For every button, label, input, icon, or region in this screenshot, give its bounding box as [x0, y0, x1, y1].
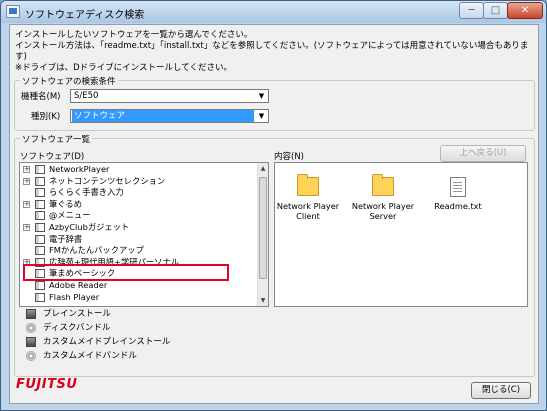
instructions: インストールしたいソフトウェアを一覧から選んでください。 インストール方法は、「…: [15, 30, 538, 74]
content-panel[interactable]: Network Player Client Network Player Server…: [274, 162, 528, 307]
tree-item-label: 筆ぐるめ: [49, 198, 83, 209]
window-title: ソフトウェアディスク検索: [25, 10, 145, 21]
tree-item-label: AzbyClubガジェット: [49, 222, 130, 232]
minimize-button[interactable]: ─: [459, 2, 484, 19]
pc-icon: [26, 337, 36, 347]
scroll-down-icon[interactable]: ▼: [258, 295, 268, 306]
list-group-title: ソフトウェア一覧: [20, 133, 93, 145]
fujitsu-logo: FUJITSU: [16, 377, 78, 392]
content-label: 内容(N): [274, 152, 304, 162]
tree-item-label: FMかんたんバックアップ: [49, 245, 144, 256]
search-group-title: ソフトウェアの検索条件: [20, 75, 118, 87]
expand-icon[interactable]: +: [23, 166, 30, 173]
pc-icon: [26, 309, 36, 319]
search-conditions-group: ソフトウェアの検索条件 機種名(M) S/E50 ▼ 種別(K) ソフトウェア …: [14, 75, 535, 131]
software-tree[interactable]: + NetworkPlayer + ネットコンテンツセレクション らくらく手書き入力 + 筆…: [19, 162, 269, 307]
folder-icon[interactable]: [297, 174, 319, 196]
book-icon: [35, 234, 45, 244]
app-icon: [6, 5, 20, 18]
tree-item-label: @メニュー: [49, 210, 91, 221]
tree-item-label: NetworkPlayer: [49, 164, 110, 174]
content-item-label: Server: [369, 211, 397, 221]
disc-icon: [26, 351, 36, 361]
book-icon: [35, 165, 45, 174]
type-select[interactable]: ソフトウェア ▼: [70, 109, 269, 123]
chevron-down-icon[interactable]: ▼: [256, 91, 267, 101]
folder-icon[interactable]: [372, 174, 394, 196]
content-item-label: Network Player: [276, 201, 340, 211]
title-bar: ソフトウェアディスク検索 ─ □ ✕: [1, 1, 546, 23]
chevron-down-icon[interactable]: ▼: [256, 111, 267, 121]
model-label: 機種名(M): [21, 92, 61, 102]
tree-item-label: ネットコンテンツセレクション: [49, 175, 166, 186]
instruction-line: ※ドライブは、Dドライブにインストールしてください。: [15, 63, 232, 73]
book-icon: [35, 281, 45, 290]
type-value: ソフトウェア: [72, 110, 254, 122]
dialog-client: インストールしたいソフトウェアを一覧から選んでください。 インストール方法は、「…: [9, 24, 539, 404]
disc-icon: [26, 323, 36, 333]
tree-scrollbar[interactable]: ▲ ▼: [257, 163, 268, 306]
instruction-line: インストールしたいソフトウェアを一覧から選んでください。: [15, 30, 253, 40]
install-option-label: カスタムメイドバンドル: [43, 351, 137, 361]
up-button[interactable]: 上へ戻る(U): [440, 145, 526, 162]
install-option-label: ディスクバンドル: [43, 323, 111, 333]
expand-icon[interactable]: +: [23, 200, 30, 208]
software-label: ソフトウェア(D): [20, 152, 85, 162]
scroll-thumb[interactable]: [259, 177, 267, 279]
book-icon: [35, 292, 45, 302]
model-select[interactable]: S/E50 ▼: [70, 89, 269, 103]
content-item-label: Client: [296, 211, 320, 221]
book-icon: [35, 188, 45, 198]
book-icon: [35, 211, 45, 221]
maximize-button[interactable]: □: [483, 2, 508, 19]
app-window: ソフトウェアディスク検索 ─ □ ✕ インストールしたいソフトウェアを一覧から選…: [0, 0, 547, 411]
book-icon: [35, 246, 45, 256]
book-icon: [35, 176, 45, 186]
install-option-label: カスタムメイドプレインストール: [43, 337, 171, 347]
close-button[interactable]: 閉じる(C): [471, 382, 531, 399]
content-item-label: Readme.txt: [434, 201, 482, 211]
content-item-label: Network Player: [351, 201, 415, 211]
type-label: 種別(K): [31, 112, 61, 122]
expand-icon[interactable]: +: [23, 224, 30, 231]
book-icon: [35, 199, 45, 209]
scroll-up-icon[interactable]: ▲: [258, 163, 268, 174]
instruction-line: インストール方法は、「readme.txt」「install.txt」などを参照…: [15, 41, 529, 62]
text-file-icon[interactable]: [450, 177, 466, 197]
book-icon: [35, 223, 45, 232]
close-window-button[interactable]: ✕: [507, 2, 543, 19]
expand-icon[interactable]: +: [23, 177, 30, 185]
tree-item-label: らくらく手書き入力: [49, 187, 124, 198]
flash-player-highlight: [23, 264, 229, 281]
install-option-label: プレインストール: [43, 309, 111, 319]
tree-item-label: 電子辞書: [49, 233, 83, 244]
tree-item-label: Flash Player: [49, 291, 100, 302]
tree-item-label: Adobe Reader: [49, 280, 108, 290]
model-value: S/E50: [74, 91, 99, 101]
